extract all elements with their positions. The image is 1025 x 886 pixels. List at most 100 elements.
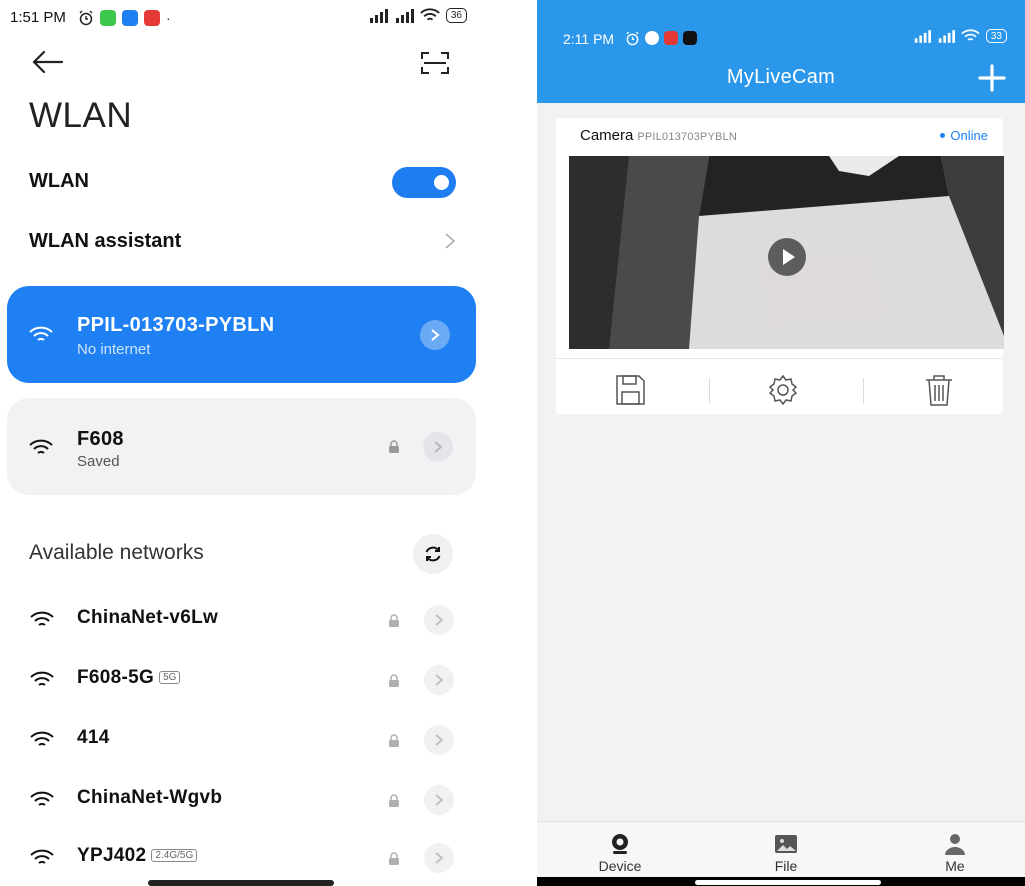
- battery-indicator: 33: [985, 29, 1007, 43]
- system-status-icons: 33: [913, 29, 1007, 43]
- status-time: 1:51 PM: [10, 9, 66, 26]
- gear-icon[interactable]: [766, 373, 800, 407]
- play-icon: [783, 249, 795, 265]
- signal-icon: [369, 8, 388, 23]
- back-arrow-icon[interactable]: [30, 47, 66, 77]
- save-icon[interactable]: [613, 373, 647, 407]
- network-details-button[interactable]: [423, 432, 453, 462]
- play-button[interactable]: [768, 238, 806, 276]
- network-ssid: ChinaNet-v6Lw: [77, 607, 219, 628]
- network-list-item[interactable]: 414: [0, 720, 485, 760]
- page-title: WLAN: [29, 96, 133, 135]
- network-details-button[interactable]: [424, 843, 454, 873]
- app-notification-icon: [144, 10, 160, 26]
- system-status-icons: 36: [368, 8, 467, 23]
- band-badge: 2.4G/5G: [151, 849, 198, 862]
- wifi-icon: [30, 671, 54, 686]
- wifi-icon: [30, 791, 54, 806]
- network-list-item[interactable]: ChinaNet-Wgvb: [0, 780, 485, 820]
- status-dot: [940, 133, 946, 138]
- more-notifications-dot: ·: [166, 10, 171, 26]
- network-ssid: ChinaNet-Wgvb: [77, 787, 223, 808]
- notification-icons: [625, 31, 697, 46]
- app-header: 2:11 PM 33 MyLiveCam: [537, 0, 1025, 103]
- app-notification-icon: [122, 10, 138, 26]
- network-details-button[interactable]: [420, 320, 450, 350]
- camera-card[interactable]: Camera PPIL013703PYBLN Online: [556, 118, 1004, 414]
- network-ssid: YPJ402 2.4G/5G: [77, 845, 198, 867]
- network-details-button[interactable]: [424, 785, 454, 815]
- chevron-right-icon: [435, 674, 444, 686]
- wifi-icon: [29, 326, 53, 341]
- network-ssid: 414: [77, 727, 110, 748]
- connected-network-card[interactable]: PPIL-013703-PYBLN No internet: [7, 286, 476, 383]
- tab-label: Me: [945, 858, 965, 874]
- tab-file[interactable]: File: [726, 822, 846, 878]
- app-notification-icon: [100, 10, 116, 26]
- add-device-button[interactable]: [977, 63, 1007, 93]
- home-indicator: [695, 880, 881, 885]
- status-bar: 1:51 PM · 36: [0, 0, 485, 40]
- divider: [709, 378, 710, 404]
- mylivecam-screen: 2:11 PM 33 MyLiveCam Camera PPIL013703PYB…: [537, 0, 1025, 886]
- lock-icon: [389, 440, 399, 453]
- wlan-toggle[interactable]: [392, 167, 456, 198]
- bottom-tab-bar: Device File Me: [537, 821, 1025, 877]
- notification-icons: ·: [78, 10, 171, 26]
- saved-network-card[interactable]: F608 Saved: [7, 398, 476, 495]
- chevron-right-icon: [435, 794, 444, 806]
- lock-icon: [389, 794, 399, 807]
- lock-icon: [389, 674, 399, 687]
- wifi-icon: [30, 849, 54, 864]
- wlan-assistant-item[interactable]: WLAN assistant: [29, 230, 181, 253]
- network-details-button[interactable]: [424, 725, 454, 755]
- divider: [863, 378, 864, 404]
- signal-icon: [395, 8, 414, 23]
- home-indicator: [148, 880, 334, 886]
- network-details-button[interactable]: [424, 605, 454, 635]
- chevron-right-icon: [431, 329, 440, 341]
- wifi-icon: [30, 611, 54, 626]
- camera-title: Camera PPIL013703PYBLN: [580, 127, 737, 144]
- app-title: MyLiveCam: [726, 66, 836, 88]
- wifi-icon: [30, 731, 54, 746]
- network-list-item[interactable]: YPJ402 2.4G/5G: [0, 838, 485, 878]
- chevron-right-icon: [445, 233, 456, 249]
- network-details-button[interactable]: [424, 665, 454, 695]
- camera-name: Camera: [580, 127, 634, 144]
- webcam-icon: [612, 834, 628, 854]
- network-status: No internet: [77, 341, 151, 358]
- network-list-item[interactable]: F608-5G 5G: [0, 660, 485, 700]
- network-status: Saved: [77, 453, 120, 470]
- refresh-button[interactable]: [413, 534, 453, 574]
- alarm-icon: [626, 31, 639, 46]
- image-icon: [775, 835, 797, 853]
- tab-label: File: [774, 858, 798, 874]
- network-ssid: PPIL-013703-PYBLN: [77, 314, 275, 336]
- lock-icon: [389, 852, 399, 865]
- tab-me[interactable]: Me: [895, 822, 1015, 878]
- qr-scan-icon[interactable]: [420, 50, 450, 76]
- wifi-status-icon: [961, 29, 980, 41]
- network-ssid: F608-5G 5G: [77, 667, 181, 689]
- camera-id: PPIL013703PYBLN: [637, 131, 737, 143]
- wlan-settings-screen: 1:51 PM · 36 WLAN WLAN WLAN assistant PP…: [0, 0, 485, 886]
- battery-indicator: 36: [445, 8, 467, 23]
- status-time: 2:11 PM: [563, 31, 615, 47]
- network-list-item[interactable]: ChinaNet-v6Lw: [0, 600, 485, 640]
- wifi-icon: [29, 439, 53, 454]
- band-badge: 5G: [159, 671, 181, 684]
- lock-icon: [389, 734, 399, 747]
- app-notification-icon: [664, 31, 678, 45]
- divider: [556, 358, 1003, 359]
- tab-device[interactable]: Device: [560, 822, 680, 878]
- chevron-right-icon: [434, 441, 443, 453]
- chevron-right-icon: [435, 734, 444, 746]
- camera-preview[interactable]: [569, 156, 1004, 349]
- status-badge: Online: [940, 128, 988, 143]
- tab-label: Device: [598, 858, 642, 874]
- person-icon: [945, 834, 965, 855]
- wlan-toggle-label: WLAN: [29, 170, 89, 192]
- app-notification-icon: [683, 31, 697, 45]
- trash-icon[interactable]: [922, 373, 956, 407]
